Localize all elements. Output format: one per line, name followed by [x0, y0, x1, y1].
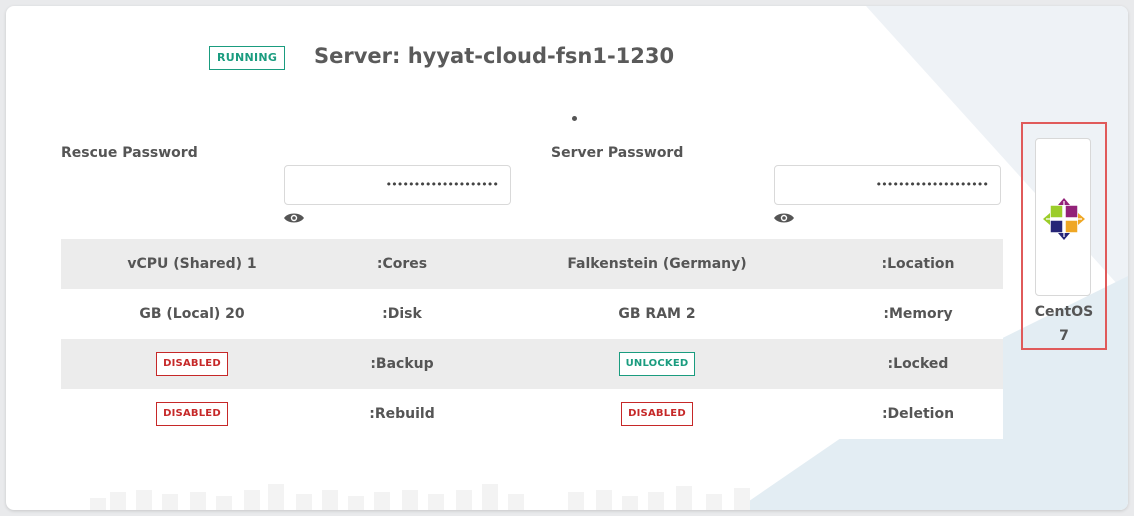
memory-value: GB RAM 2: [481, 289, 833, 339]
spec-row-disk-memory: GB (Local) 20 :Disk GB RAM 2 :Memory: [61, 289, 1003, 339]
rebuild-status-badge: DISABLED: [156, 402, 228, 426]
backup-status-badge: DISABLED: [156, 352, 228, 376]
locked-status-badge: UNLOCKED: [618, 352, 696, 376]
status-badge: RUNNING: [209, 46, 286, 70]
eye-icon[interactable]: [773, 211, 795, 225]
os-name: CentOS: [1034, 304, 1094, 320]
rescue-password-label: Rescue Password: [61, 145, 198, 161]
location-value: Falkenstein (Germany): [481, 239, 833, 289]
separator-dot: [572, 116, 577, 121]
cores-value: vCPU (Shared) 1: [61, 239, 323, 289]
spec-row-backup-locked: DISABLED :Backup UNLOCKED :Locked: [61, 339, 1003, 389]
deletion-status-badge: DISABLED: [621, 402, 693, 426]
os-card[interactable]: CentOS 7: [1021, 122, 1107, 350]
eye-icon[interactable]: [283, 211, 305, 225]
backup-label: :Backup: [323, 339, 481, 389]
server-password-field[interactable]: [774, 165, 1001, 205]
location-label: :Location: [833, 239, 1003, 289]
spec-row-cores-location: vCPU (Shared) 1 :Cores Falkenstein (Germ…: [61, 239, 1003, 289]
os-version: 7: [1059, 328, 1069, 344]
disk-label: :Disk: [323, 289, 481, 339]
deletion-label: :Deletion: [833, 389, 1003, 439]
rescue-password-field[interactable]: [284, 165, 511, 205]
server-card: RUNNING Server: hyyat-cloud-fsn1-1230 Re…: [6, 6, 1128, 510]
page-title: Server: hyyat-cloud-fsn1-1230: [314, 44, 675, 68]
rebuild-label: :Rebuild: [323, 389, 481, 439]
memory-label: :Memory: [833, 289, 1003, 339]
centos-logo-icon: [1043, 198, 1085, 240]
os-image-tile[interactable]: [1035, 138, 1091, 296]
cores-label: :Cores: [323, 239, 481, 289]
disk-value: GB (Local) 20: [61, 289, 323, 339]
server-specs-table: vCPU (Shared) 1 :Cores Falkenstein (Germ…: [61, 239, 1003, 439]
locked-label: :Locked: [833, 339, 1003, 389]
spec-row-rebuild-deletion: DISABLED :Rebuild DISABLED :Deletion: [61, 389, 1003, 439]
server-password-label: Server Password: [551, 145, 684, 161]
